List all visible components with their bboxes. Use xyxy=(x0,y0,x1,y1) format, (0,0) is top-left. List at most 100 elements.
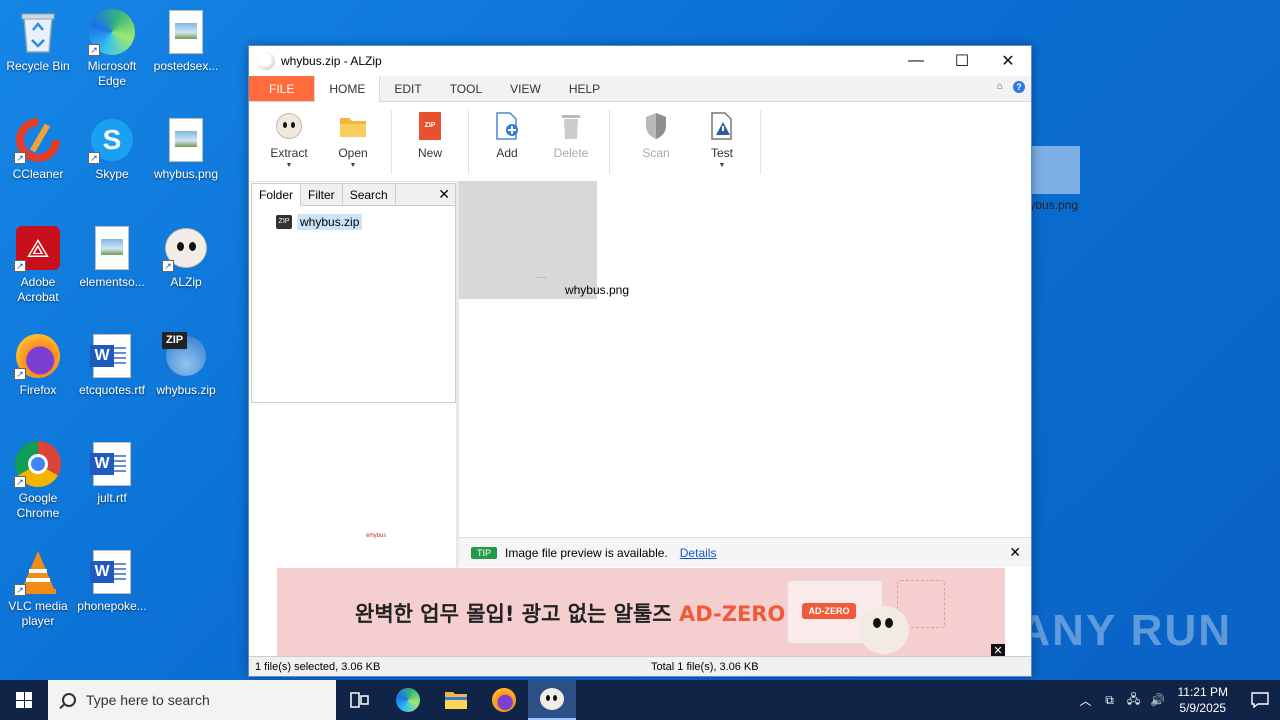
test-warning-icon xyxy=(707,110,737,142)
device-icon[interactable]: ⧉ xyxy=(1098,693,1122,708)
taskbar-file-explorer[interactable] xyxy=(432,680,480,720)
desktop-icon-adobe-acrobat[interactable]: ⟁ ↗ Adobe Acrobat xyxy=(0,224,76,305)
new-zip-icon: ZIP xyxy=(415,110,445,142)
add-button[interactable]: Add xyxy=(475,110,539,160)
close-button[interactable]: ✕ xyxy=(985,46,1031,76)
folder-icon xyxy=(445,692,467,709)
tab-folder[interactable]: Folder xyxy=(252,184,302,206)
menu-bar: FILE HOME EDIT TOOL VIEW HELP ⌂ ? xyxy=(249,76,1031,102)
drag-ghost-image xyxy=(1032,146,1080,194)
help-icon[interactable]: ? xyxy=(1013,81,1025,93)
taskbar-firefox[interactable] xyxy=(480,680,528,720)
network-icon[interactable]: 🖧 xyxy=(1122,690,1146,711)
title-bar[interactable]: whybus.zip - ALZip — ☐ ✕ xyxy=(249,46,1031,76)
desktop-icon-label: whybus.zip xyxy=(156,383,216,397)
maximize-button[interactable]: ☐ xyxy=(939,46,985,76)
menu-tool[interactable]: TOOL xyxy=(436,76,496,101)
preview-caption: whybus xyxy=(366,533,387,539)
chevron-up-icon[interactable]: ︿ xyxy=(1074,692,1098,709)
preview-pane: whybus xyxy=(251,408,456,566)
desktop-icon-vlc[interactable]: ↗ VLC media player xyxy=(0,548,76,629)
notification-button[interactable] xyxy=(1240,692,1280,708)
alzip-window: whybus.zip - ALZip — ☐ ✕ FILE HOME EDIT … xyxy=(248,45,1032,677)
vlc-icon: ↗ xyxy=(14,548,62,596)
adobe-acrobat-icon: ⟁ ↗ xyxy=(14,224,62,272)
word-document-icon: W xyxy=(88,440,136,488)
status-total: Total 1 file(s), 3.06 KB xyxy=(651,660,759,673)
firefox-icon xyxy=(492,688,516,712)
desktop-icon-whybus-png[interactable]: whybus.png xyxy=(148,116,224,182)
image-file-icon xyxy=(162,116,210,164)
tree-item-whybus-zip[interactable]: ZIP whybus.zip xyxy=(276,214,363,230)
desktop-icon-label: jult.rtf xyxy=(97,491,127,505)
desktop-icon-label: CCleaner xyxy=(12,167,64,181)
desktop-icon-label: Google Chrome xyxy=(16,491,60,520)
delete-button[interactable]: Delete xyxy=(539,110,603,160)
collapse-ribbon-icon[interactable]: ⌂ xyxy=(997,81,1003,93)
open-button[interactable]: Open ▼ xyxy=(321,110,385,169)
new-label: New xyxy=(417,146,442,160)
taskbar-search-box[interactable]: Type here to search xyxy=(48,680,336,720)
recycle-bin-icon xyxy=(14,8,62,56)
ribbon: Extract ▼ Open ▼ ZIP New Add Delete Scan… xyxy=(249,102,1031,182)
close-tip-icon[interactable]: ✕ xyxy=(1009,544,1021,561)
file-list-area: — — whybus.png xyxy=(459,181,1031,537)
desktop-icon-postedsex[interactable]: postedsex... xyxy=(148,8,224,74)
tab-filter[interactable]: Filter xyxy=(301,184,343,205)
image-file-icon xyxy=(162,8,210,56)
taskbar-alzip[interactable] xyxy=(528,680,576,720)
scan-button[interactable]: Scan xyxy=(624,110,688,160)
extract-button[interactable]: Extract ▼ xyxy=(257,110,321,169)
menu-edit[interactable]: EDIT xyxy=(380,76,435,101)
new-button[interactable]: ZIP New xyxy=(398,110,462,160)
desktop-icon-alzip[interactable]: ↗ ALZip xyxy=(148,224,224,290)
desktop-icon-phonepoke[interactable]: W phonepoke... xyxy=(74,548,150,614)
start-button[interactable] xyxy=(0,680,48,720)
close-pane-icon[interactable]: ✕ xyxy=(438,186,450,203)
desktop-icon-label: VLC media player xyxy=(8,599,68,628)
task-view-button[interactable] xyxy=(336,680,384,720)
zip-archive-icon: ZIP xyxy=(162,332,210,380)
tab-search[interactable]: Search xyxy=(343,184,396,205)
delete-label: Delete xyxy=(553,146,589,160)
desktop-icon-skype[interactable]: S ↗ Skype xyxy=(74,116,150,182)
menu-help[interactable]: HELP xyxy=(555,76,614,101)
status-selected: 1 file(s) selected, 3.06 KB xyxy=(255,660,381,673)
window-title: whybus.zip - ALZip xyxy=(281,54,382,68)
desktop-icon-etcquotes[interactable]: W etcquotes.rtf xyxy=(74,332,150,398)
ribbon-separator xyxy=(609,110,610,174)
desktop-icon-firefox[interactable]: ↗ Firefox xyxy=(0,332,76,398)
desktop-icon-microsoft-edge[interactable]: ↗ Microsoft Edge xyxy=(74,8,150,89)
desktop-icon-jult[interactable]: W jult.rtf xyxy=(74,440,150,506)
zip-file-icon: ZIP xyxy=(276,215,292,229)
desktop-icon-label: postedsex... xyxy=(153,59,219,73)
menu-file[interactable]: FILE xyxy=(249,76,315,101)
menu-home[interactable]: HOME xyxy=(314,76,381,102)
volume-icon[interactable]: 🔊 xyxy=(1146,693,1170,707)
clock[interactable]: 11:21 PM 5/9/2025 xyxy=(1178,684,1228,716)
file-item-whybus-png[interactable]: — — whybus.png xyxy=(459,181,629,299)
shield-icon xyxy=(641,110,671,142)
clock-date: 5/9/2025 xyxy=(1179,701,1227,715)
desktop-icon-recycle-bin[interactable]: Recycle Bin xyxy=(0,8,76,74)
tip-details-link[interactable]: Details xyxy=(680,546,717,560)
desktop-icon-label: elementso... xyxy=(79,275,145,289)
desktop-icon-google-chrome[interactable]: ↗ Google Chrome xyxy=(0,440,76,521)
desktop-icon-ccleaner[interactable]: ↗ CCleaner xyxy=(0,116,76,182)
desktop-icon-label: ALZip xyxy=(170,275,202,289)
desktop-icon-label: Microsoft Edge xyxy=(87,59,137,88)
menu-view[interactable]: VIEW xyxy=(496,76,555,101)
thumbnail-image: — — xyxy=(535,275,547,281)
alzip-icon xyxy=(540,688,564,710)
tip-message: Image file preview is available. xyxy=(505,545,668,560)
desktop-icon-label: Firefox xyxy=(19,383,57,397)
add-file-icon xyxy=(492,110,522,142)
test-button[interactable]: Test ▼ xyxy=(690,110,754,169)
ad-banner[interactable]: 완벽한 업무 몰입! 광고 없는 알툴즈 AD-ZERO AD-ZERO ✕ xyxy=(277,568,1005,658)
minimize-button[interactable]: — xyxy=(893,46,939,76)
open-label: Open xyxy=(338,146,368,160)
image-file-icon xyxy=(88,224,136,272)
taskbar-edge[interactable] xyxy=(384,680,432,720)
desktop-icon-elementso[interactable]: elementso... xyxy=(74,224,150,290)
desktop-icon-whybus-zip[interactable]: ZIP whybus.zip xyxy=(148,332,224,398)
